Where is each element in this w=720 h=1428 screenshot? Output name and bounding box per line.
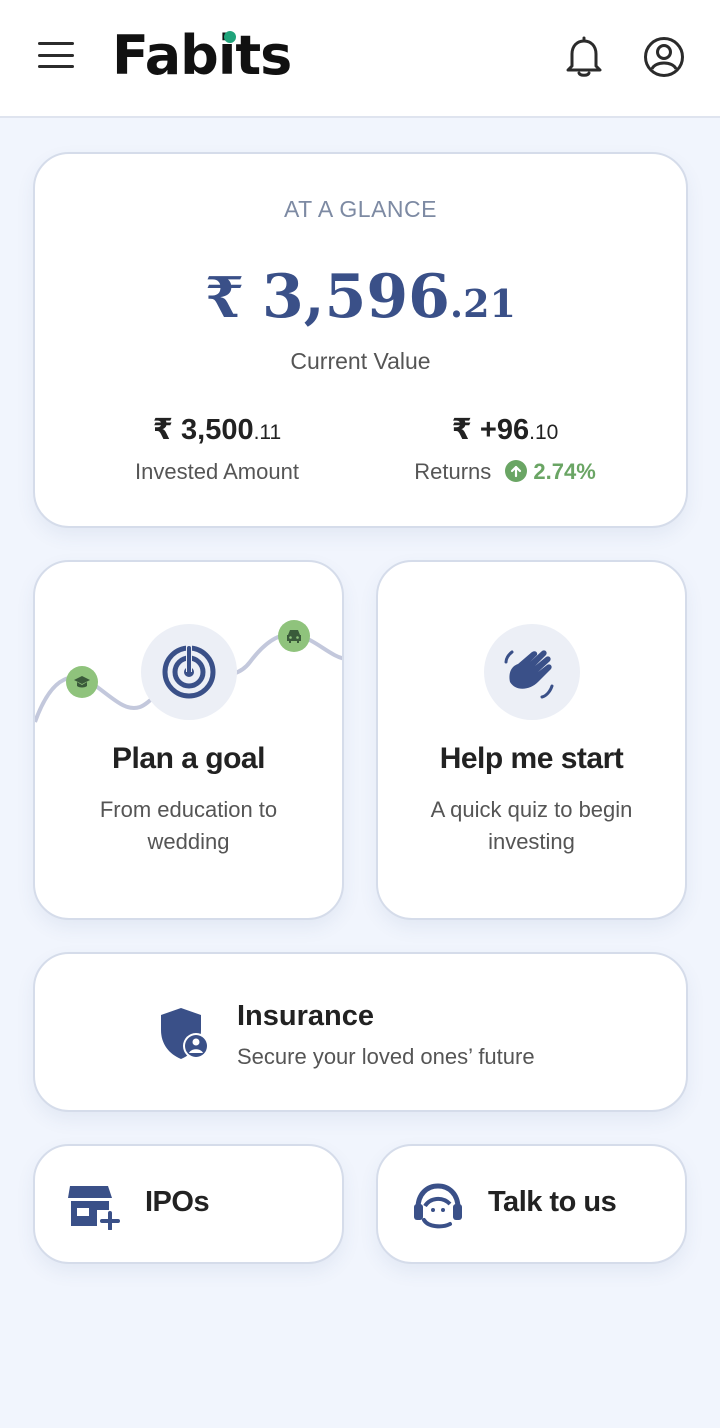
app-header: Fabits [0,0,720,118]
user-circle-icon[interactable] [643,36,685,78]
invested-prefix: ₹ [152,414,182,446]
arrow-up-circle-icon [505,460,528,482]
returns-stat: ₹ +96.10 Returns 2.74% [380,412,630,485]
invested-amount-value: ₹ 3,500.11 [95,412,339,447]
insurance-subtitle: Secure your loved ones’ future [237,1044,535,1069]
current-value-label: Current Value [290,348,431,374]
hamburger-menu-icon[interactable] [38,42,74,68]
talk-to-us-button[interactable]: Talk to us [376,1144,687,1264]
current-value-whole: 3,596 [261,262,450,332]
ipos-label: IPOs [145,1186,210,1218]
help-me-start-card[interactable]: Help me start A quick quiz to begin inve… [376,560,687,920]
invested-amount-label: Invested Amount [135,459,299,484]
help-me-start-subtitle: A quick quiz to begin investing [430,797,633,854]
returns-prefix: ₹ [451,414,480,446]
invested-decimal: .11 [253,421,282,444]
plan-goal-subtitle: From education to wedding [99,797,278,854]
bell-icon[interactable] [564,35,604,77]
returns-label: Returns [414,459,492,484]
current-value-decimal: .21 [449,281,516,326]
insurance-title: Insurance [237,1000,374,1032]
car-icon [278,620,310,652]
plan-goal-title: Plan a goal [112,742,265,775]
current-value-amount: ₹3,596.21 [35,262,686,332]
target-icon-wrapper [141,624,237,720]
talk-to-us-label: Talk to us [488,1186,617,1218]
app-logo: Fabits [112,24,292,87]
logo-dot [224,31,236,43]
store-add-icon [68,1186,120,1230]
invested-amount-stat: ₹ 3,500.11 Invested Amount [95,412,339,485]
returns-whole: +96 [479,414,530,446]
currency-symbol: ₹ [205,265,244,331]
invested-whole: 3,500 [181,414,254,446]
target-icon [162,644,216,699]
waving-hand-icon-wrapper [484,624,580,720]
at-a-glance-card[interactable]: AT A GLANCE ₹3,596.21 Current Value ₹ 3,… [33,152,688,528]
returns-value: ₹ +96.10 [380,412,630,447]
glance-heading: AT A GLANCE [284,196,437,222]
plan-goal-card[interactable]: Plan a goal From education to wedding [33,560,344,920]
returns-label-row: Returns 2.74% [380,459,630,485]
support-agent-icon [414,1183,462,1229]
help-me-start-title: Help me start [439,742,624,775]
returns-decimal: .10 [529,421,559,444]
graduation-cap-icon [66,666,98,698]
returns-percent: 2.74% [533,459,596,484]
ipos-button[interactable]: IPOs [33,1144,344,1264]
waving-hand-icon [504,650,554,699]
shield-user-icon [161,1008,209,1059]
insurance-card[interactable]: Insurance Secure your loved ones’ future [33,952,688,1112]
